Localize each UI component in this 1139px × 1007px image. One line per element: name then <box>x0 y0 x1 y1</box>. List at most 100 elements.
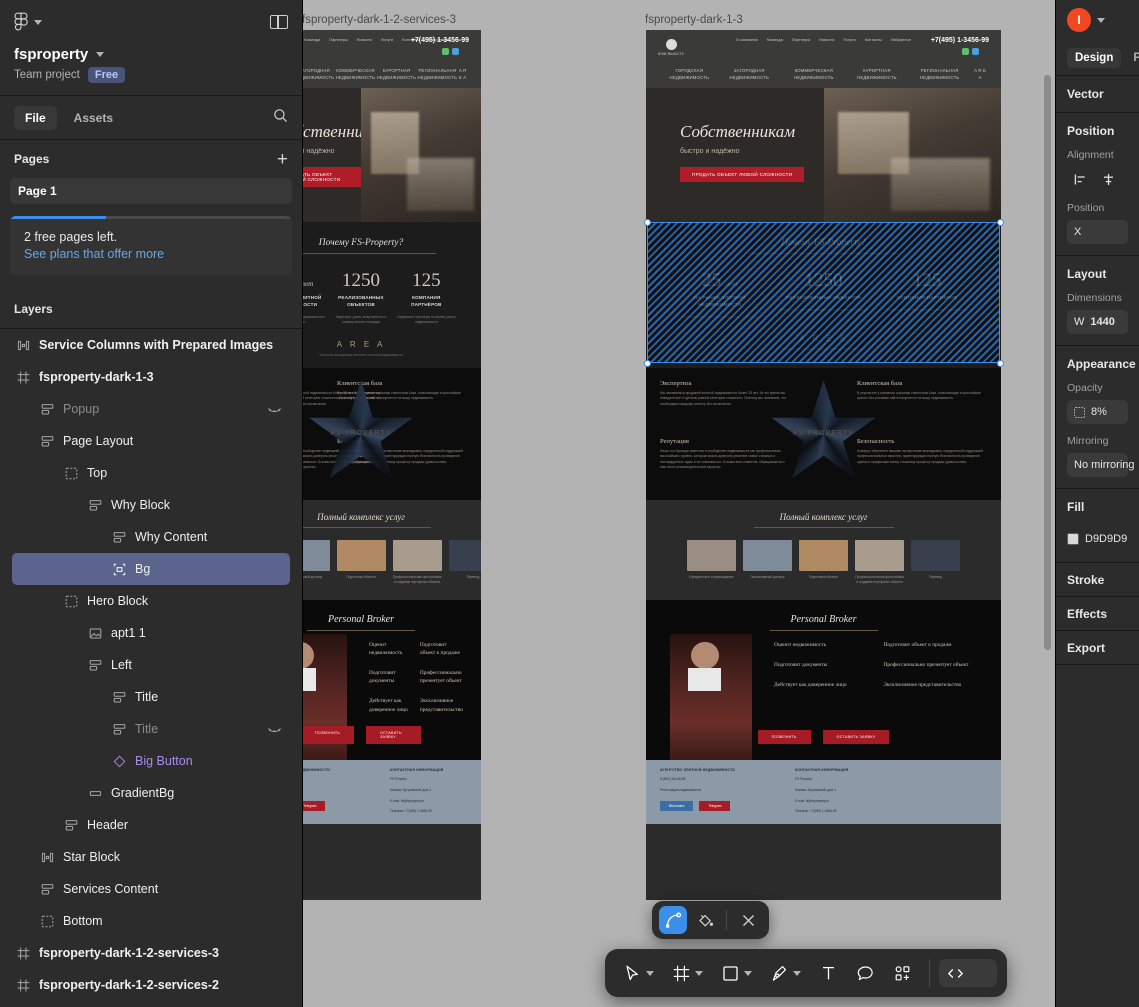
layer-row-fsproperty-dark-1-3[interactable]: fsproperty-dark-1-3 <box>12 361 290 393</box>
topnav-item[interactable]: Услуги <box>844 38 856 42</box>
selection-handle-tl[interactable] <box>644 219 651 226</box>
chevron-down-icon[interactable] <box>744 970 752 976</box>
service-card[interactable]: Перевод <box>448 540 481 585</box>
tool-shape[interactable] <box>713 956 760 990</box>
canvas-vertical-scrollbar[interactable] <box>1044 75 1051 650</box>
position-x-input[interactable]: X <box>1067 220 1128 244</box>
selection-handle-br[interactable] <box>997 360 1004 367</box>
topnav-item[interactable]: Партнеры <box>792 38 810 42</box>
service-card[interactable]: Эксклюзивный договор <box>303 540 330 585</box>
layer-row-header[interactable]: Header <box>12 809 290 841</box>
chevron-down-icon[interactable] <box>793 970 801 976</box>
layer-row-service-columns-with-prepared-images[interactable]: Service Columns with Prepared Images <box>12 329 290 361</box>
service-card[interactable]: Подготовка объекта <box>336 540 386 585</box>
mainnav-item[interactable]: КУРОРТНАЯ НЕДВИЖИМОСТЬ <box>377 68 417 81</box>
dev-mode-toggle[interactable] <box>939 959 997 987</box>
layer-row-fsproperty-dark-1-2-services-1[interactable]: fsproperty-dark-1-2-services-1 <box>12 1001 290 1007</box>
layer-row-apt1-1[interactable]: apt1 1 <box>12 617 290 649</box>
topnav-item[interactable]: Команда <box>767 38 783 42</box>
tool-comment[interactable] <box>848 956 883 990</box>
opacity-input[interactable]: 8% <box>1067 400 1128 424</box>
paint-bucket-icon[interactable] <box>691 906 719 934</box>
mainnav-item[interactable]: РЕГИОНАЛЬНАЯ НЕДВИЖИМОСТЬ <box>416 68 458 81</box>
layer-row-title[interactable]: Title <box>12 713 290 745</box>
board-label-services-3[interactable]: fsproperty-dark-1-2-services-3 <box>303 14 456 26</box>
mainnav-item[interactable]: КОММЕРЧЕСКАЯ НЕДВИЖИМОСТЬ <box>780 68 848 81</box>
layer-row-left[interactable]: Left <box>12 649 290 681</box>
hero-cta-button[interactable]: ПРОДАТЬ ОБЪЕКТ ЛЮБОЙ СЛОЖНОСТИ <box>303 167 361 187</box>
effects-section[interactable]: Effects <box>1056 597 1139 631</box>
layer-row-star-block[interactable]: Star Block <box>12 841 290 873</box>
mainnav-item[interactable]: ЗАГОРОДНАЯ НЕДВИЖИМОСТЬ <box>303 68 334 81</box>
layer-row-page-layout[interactable]: Page Layout <box>12 425 290 457</box>
tab-assets[interactable]: Assets <box>63 106 124 130</box>
layers-tree[interactable]: Service Columns with Prepared Images fspr… <box>0 325 302 1007</box>
broker-cta-button[interactable]: ПОЗВОНИТЬ <box>303 726 355 744</box>
tool-plugins[interactable] <box>885 956 920 990</box>
layer-row-top[interactable]: Top <box>12 457 290 489</box>
mainnav-item[interactable]: КОММЕРЧЕСКАЯ НЕДВИЖИМОСТЬ <box>334 68 376 81</box>
plus-icon[interactable]: + <box>277 150 288 169</box>
artboard-fsproperty-dark-1-3[interactable]: ЮКИ ВЫХОТУ О компании Команда Партнеры Ново… <box>646 30 1001 900</box>
tool-move[interactable] <box>615 956 662 990</box>
canvas-viewport[interactable]: fsproperty-dark-1-2-services-3 fspropert… <box>303 0 1055 1007</box>
broker-cta-button[interactable]: ПОЗВОНИТЬ <box>757 730 811 744</box>
tool-frame[interactable] <box>664 956 711 990</box>
social-icon[interactable] <box>972 48 979 55</box>
layer-row-popup[interactable]: Popup <box>12 393 290 425</box>
hidden-eye-icon[interactable] <box>267 400 282 418</box>
fill-color-row[interactable]: D9D9D9 <box>1067 527 1128 551</box>
align-left-icon[interactable] <box>1067 167 1093 191</box>
chevron-down-icon[interactable] <box>646 970 654 976</box>
selection-handle-tr[interactable] <box>997 219 1004 226</box>
layer-row-gradientbg[interactable]: GradientBg <box>12 777 290 809</box>
social-icon[interactable] <box>442 48 449 55</box>
close-icon[interactable] <box>734 906 762 934</box>
search-icon[interactable] <box>273 108 288 128</box>
social-icon[interactable] <box>452 48 459 55</box>
figma-menu-button[interactable] <box>14 12 42 32</box>
topnav-item[interactable]: Избранное <box>891 38 911 42</box>
width-input[interactable]: W 1440 <box>1067 310 1128 334</box>
social-icon[interactable] <box>962 48 969 55</box>
chevron-down-icon[interactable] <box>695 970 703 976</box>
topnav-item[interactable]: Услуги <box>381 38 393 42</box>
footer-vk-button[interactable]: ВКонтакте <box>660 800 694 811</box>
toggle-panel-icon[interactable] <box>270 15 288 29</box>
service-card[interactable]: Профессиональная фотосъёмка и создание п… <box>855 540 904 585</box>
board-label-dark-1-3[interactable]: fsproperty-dark-1-3 <box>645 14 743 26</box>
service-card[interactable]: Эксклюзивный договор <box>743 540 792 585</box>
mainnav-item[interactable]: КУРОРТНАЯ НЕДВИЖИМОСТЬ <box>848 68 906 81</box>
layer-row-bg[interactable]: Bg <box>12 553 290 585</box>
service-card[interactable]: Юридическое сопровождение <box>687 540 736 585</box>
topnav-item[interactable]: Контакты <box>865 38 882 42</box>
footer-telegram-button[interactable]: Telegram <box>303 800 326 811</box>
service-card[interactable]: Профессиональная фотосъёмка и создание п… <box>392 540 442 585</box>
layer-row-hero-block[interactable]: Hero Block <box>12 585 290 617</box>
align-center-horizontal-icon[interactable] <box>1095 167 1121 191</box>
tab-design[interactable]: Design <box>1067 47 1122 68</box>
tab-file[interactable]: File <box>14 105 57 130</box>
layer-row-big-button[interactable]: Big Button <box>12 745 290 777</box>
broker-cta-button[interactable]: ОСТАВИТЬ ЗАЯВКУ <box>822 730 890 744</box>
footer-telegram-button[interactable]: Telegram <box>699 800 731 811</box>
topnav-item[interactable]: Новости <box>819 38 834 42</box>
pen-edit-icon[interactable] <box>659 906 687 934</box>
site-phone[interactable]: +7(495) 1-3456-99 <box>411 37 469 44</box>
service-card[interactable]: Подготовка объекта <box>799 540 848 585</box>
topnav-item[interactable]: О компании <box>736 38 758 42</box>
service-card[interactable]: Перевод <box>911 540 960 585</box>
selection-handle-bl[interactable] <box>644 360 651 367</box>
stroke-section[interactable]: Stroke <box>1056 563 1139 597</box>
topnav-item[interactable]: Партнеры <box>329 38 347 42</box>
hidden-eye-icon[interactable] <box>267 720 282 738</box>
layer-row-fsproperty-dark-1-2-services-3[interactable]: fsproperty-dark-1-2-services-3 <box>12 937 290 969</box>
hero-cta-button[interactable]: ПРОДАТЬ ОБЪЕКТ ЛЮБОЙ СЛОЖНОСТИ <box>680 167 805 182</box>
tab-prototype[interactable]: P <box>1125 48 1139 68</box>
topnav-item[interactable]: Команда <box>304 38 320 42</box>
layer-row-fsproperty-dark-1-2-services-2[interactable]: fsproperty-dark-1-2-services-2 <box>12 969 290 1001</box>
layer-row-title[interactable]: Title <box>12 681 290 713</box>
broker-cta-button[interactable]: ОСТАВИТЬ ЗАЯВКУ <box>366 726 421 744</box>
avatar[interactable]: I <box>1067 8 1091 32</box>
layer-row-why-block[interactable]: Why Block <box>12 489 290 521</box>
